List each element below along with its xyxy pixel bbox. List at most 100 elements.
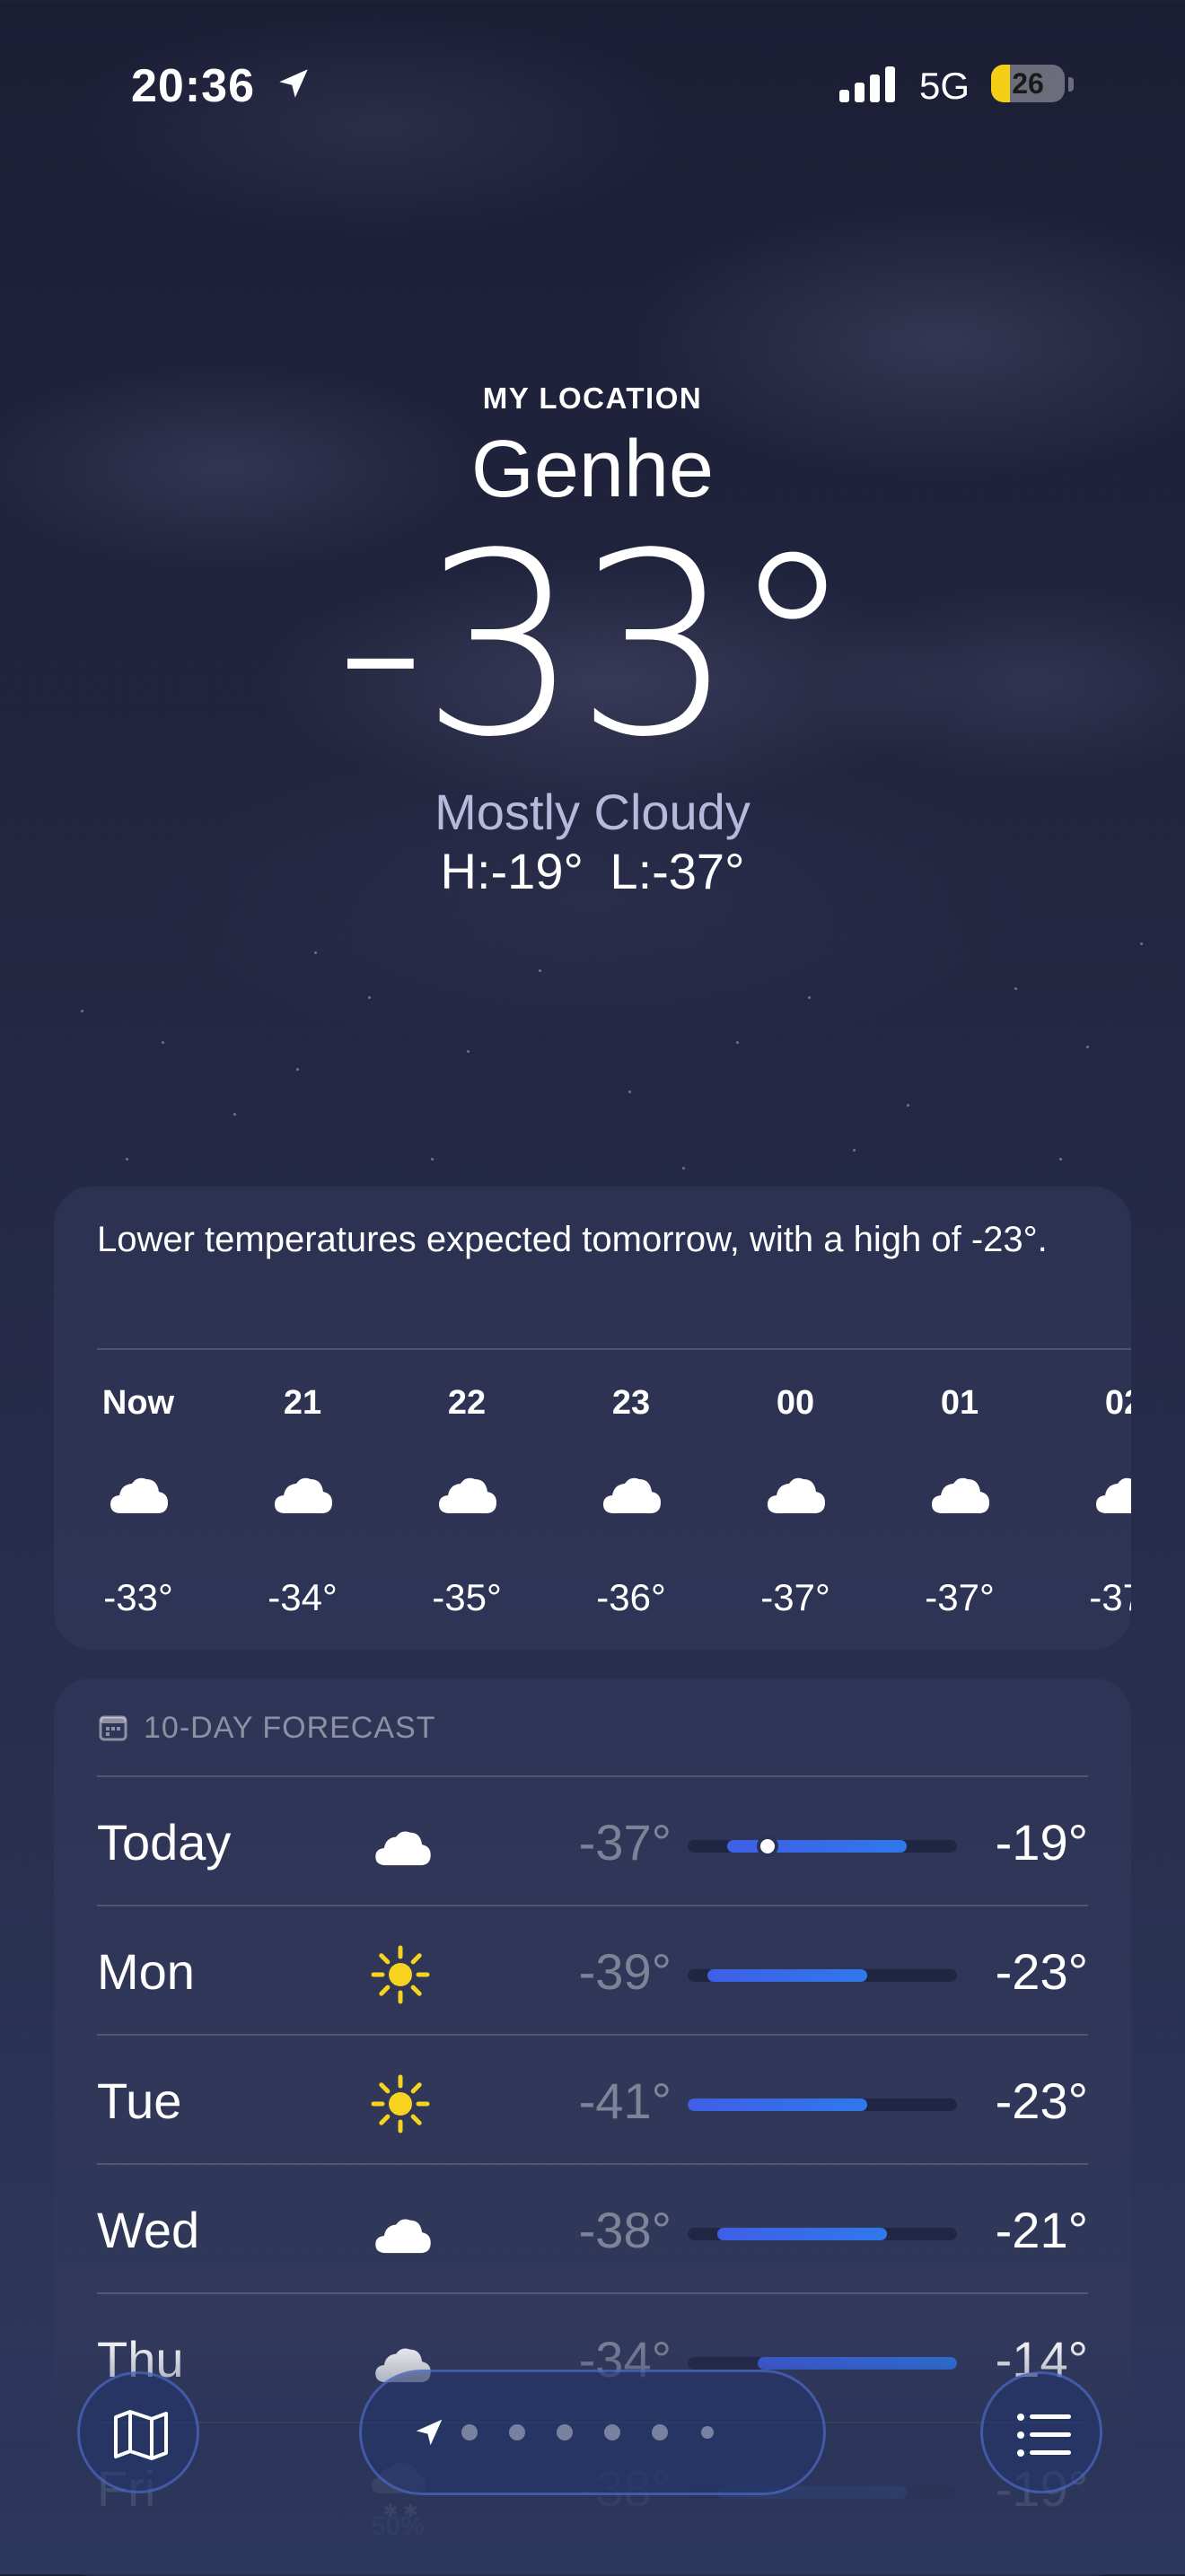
cloud-icon [1093, 1472, 1131, 1517]
forecast-day: Tue [97, 2072, 182, 2129]
map-icon [114, 2410, 168, 2460]
hourly-item: 21 -34° [244, 1187, 361, 1650]
sun-icon [366, 1941, 434, 2009]
star [1140, 942, 1143, 945]
hourly-forecast-card[interactable]: Lower temperatures expected tomorrow, wi… [54, 1187, 1131, 1650]
cellular-signal-icon [839, 66, 895, 102]
star [431, 1158, 434, 1161]
page-indicator[interactable] [359, 2370, 826, 2495]
star [162, 1041, 164, 1044]
hour-label: 01 [940, 1384, 979, 1422]
hour-label: 23 [611, 1384, 651, 1422]
current-temperature-dot [756, 1836, 778, 1857]
cloud-icon [366, 2199, 434, 2267]
star [1086, 1046, 1089, 1048]
hourly-item: 22 -35° [408, 1187, 525, 1650]
star [682, 1167, 685, 1170]
forecast-low: -39° [578, 1943, 672, 2000]
forecast-row[interactable]: Wed -38° -21° [97, 2165, 1088, 2294]
hour-label: 21 [283, 1384, 322, 1422]
sun-icon [366, 2070, 434, 2138]
page-dot[interactable] [461, 2424, 478, 2440]
network-type: 5G [919, 65, 970, 107]
hour-label: Now [101, 1384, 175, 1422]
battery-percent: 26 [1012, 67, 1044, 100]
hour-temperature: -33° [103, 1576, 173, 1618]
cloud-icon [271, 1472, 336, 1517]
temperature-range-bar [717, 2228, 888, 2240]
star [126, 1158, 128, 1161]
cloud-icon [107, 1472, 171, 1517]
hour-label: 00 [776, 1384, 815, 1422]
forecast-row[interactable]: Today -37° -19° [97, 1777, 1088, 1906]
forecast-day: Wed [97, 2202, 200, 2258]
cloud-icon [366, 1811, 434, 1879]
star [1014, 987, 1017, 990]
hourly-item: Now -33° [80, 1187, 197, 1650]
location-arrow-icon [279, 69, 308, 98]
page-dot[interactable] [652, 2424, 668, 2440]
star [539, 969, 541, 972]
hourly-item: 23 -36° [573, 1187, 689, 1650]
star [736, 1041, 739, 1044]
hourly-item: 01 -37° [901, 1187, 1018, 1650]
temperature-range-bar [757, 2357, 957, 2370]
star [467, 1050, 470, 1053]
hourly-item: 02 -37° [1066, 1187, 1131, 1650]
star [628, 1091, 631, 1093]
map-button[interactable] [77, 2371, 199, 2493]
hour-temperature: -37° [925, 1576, 995, 1618]
star [81, 1010, 83, 1012]
forecast-low: -37° [578, 1814, 672, 1871]
star [296, 1068, 299, 1071]
star [368, 996, 371, 999]
precipitation-chance: 50% [371, 2511, 426, 2541]
star [907, 1104, 909, 1107]
hour-temperature: -37° [760, 1576, 830, 1618]
current-temperature: -33° [335, 500, 855, 793]
cloud-icon [764, 1472, 829, 1517]
location-caption: MY LOCATION [482, 381, 703, 415]
list-icon [1017, 2414, 1071, 2457]
hour-temperature: -34° [268, 1576, 338, 1618]
temperature-range-bar [688, 2098, 867, 2111]
ten-day-title: 10-DAY FORECAST [144, 1711, 436, 1745]
temperature-range-track [688, 2357, 957, 2370]
star [314, 951, 317, 954]
temperature-range-track [688, 2098, 957, 2111]
temperature-range-track [688, 2228, 957, 2240]
location-arrow-icon [416, 2419, 443, 2446]
forecast-low: -38° [578, 2202, 672, 2258]
forecast-high: -21° [995, 2202, 1088, 2258]
forecast-row[interactable]: Mon -39° -23° [97, 1906, 1088, 2036]
cloud-icon [600, 1472, 664, 1517]
page-dot[interactable] [604, 2424, 620, 2440]
forecast-low: -41° [578, 2072, 672, 2129]
status-time: 20:36 [131, 60, 255, 112]
forecast-high: -23° [995, 2072, 1088, 2129]
star [808, 996, 811, 999]
cloud-icon [928, 1472, 993, 1517]
forecast-day: Mon [97, 1943, 195, 2000]
page-dot[interactable] [509, 2424, 525, 2440]
temperature-range-bar [727, 1840, 908, 1853]
page-dot[interactable] [557, 2424, 573, 2440]
temperature-range-bar [707, 1969, 867, 1982]
star [233, 1113, 236, 1116]
current-condition: Mostly Cloudy [434, 784, 750, 840]
hour-temperature: -35° [432, 1576, 502, 1618]
forecast-row[interactable]: Tue -41° -23° [97, 2036, 1088, 2165]
battery-icon: 26 [991, 65, 1065, 102]
calendar-icon [99, 1715, 127, 1741]
hourly-item: 00 -37° [737, 1187, 854, 1650]
star [853, 1149, 856, 1152]
hour-label: 22 [447, 1384, 487, 1422]
hour-temperature: -37° [1089, 1576, 1131, 1618]
battery-tip [1068, 77, 1074, 92]
temperature-range-track [688, 1969, 957, 1982]
forecast-day: Today [97, 1814, 232, 1871]
page-dot[interactable] [701, 2426, 714, 2439]
hour-temperature: -36° [596, 1576, 666, 1618]
locations-list-button[interactable] [980, 2371, 1102, 2493]
forecast-high: -23° [995, 1943, 1088, 2000]
